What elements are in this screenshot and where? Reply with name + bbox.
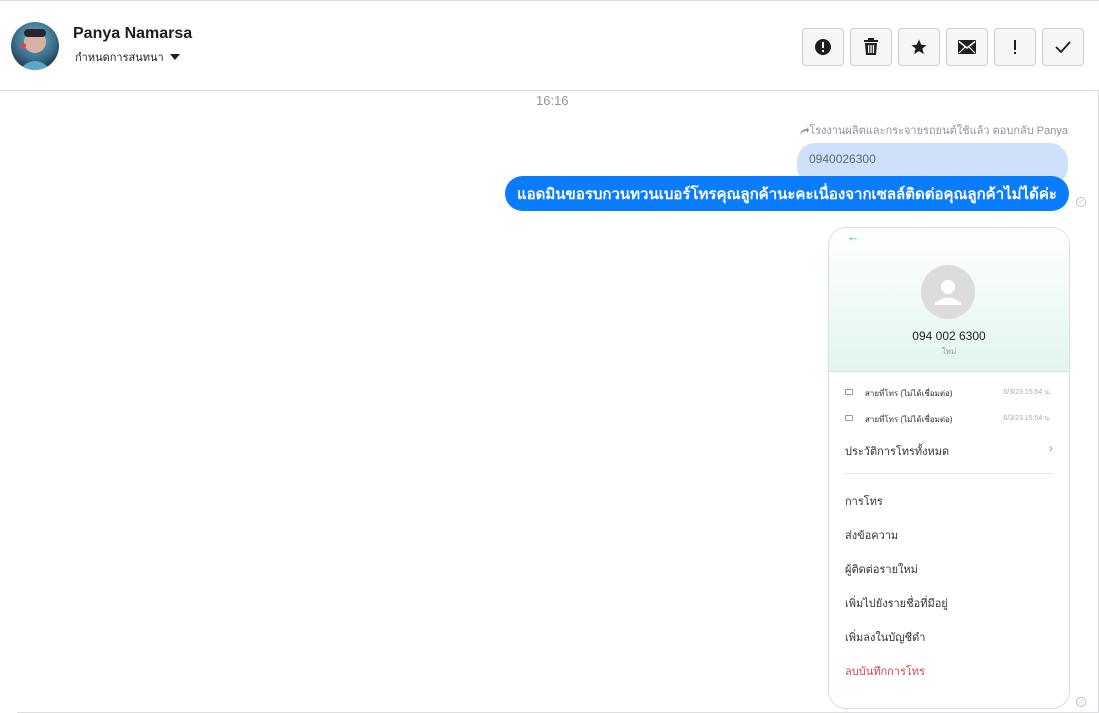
contact-card-header: ← 094 002 6300 ใหม่ <box>829 228 1069 372</box>
number-label: ใหม่ <box>941 347 957 356</box>
assign-label: กำหนดการสนทนา <box>75 52 164 64</box>
quoted-text: 0940026300 <box>809 152 876 166</box>
action-message: ส่งข้อความ <box>845 530 899 542</box>
action-blacklist: เพิ่มลงในบัญชีดำ <box>845 632 926 644</box>
conversation-header: Panya Namarsa กำหนดการสนทนา <box>0 1 1099 91</box>
sent-status-icon: ✓ <box>1076 197 1086 207</box>
mark-unread-button[interactable] <box>946 28 988 66</box>
check-icon <box>1055 41 1071 53</box>
reply-note: โรงงานผลิตและกระจายรถยนต์ใช้แล้ว ตอบกลับ… <box>800 121 1068 139</box>
call-log-icon <box>845 389 853 395</box>
envelope-icon <box>958 40 976 54</box>
star-icon <box>911 39 927 55</box>
call-log-label: สายที่โทร (ไม่ได้เชื่อมต่อ) <box>865 389 953 398</box>
trash-icon <box>864 38 878 55</box>
back-arrow-icon: ← <box>847 229 860 244</box>
default-avatar-icon <box>921 265 975 319</box>
caret-down-icon <box>169 54 180 60</box>
image-attachment[interactable]: ← 094 002 6300 ใหม่ สายที่โทร (ไม่ได้เชื… <box>828 227 1070 709</box>
action-new-contact: ผู้ติดต่อรายใหม่ <box>845 564 918 576</box>
contact-name[interactable]: Panya Namarsa <box>73 25 192 43</box>
call-log-row: สายที่โทร (ไม่ได้เชื่อมต่อ) 6/3/23 15:54… <box>845 412 1051 426</box>
action-delete-log: ลบบันทึกการโทร <box>845 666 925 678</box>
avatar[interactable] <box>11 22 59 70</box>
chevron-right-icon: › <box>1049 441 1053 455</box>
call-log-icon <box>845 415 853 421</box>
reply-arrow-icon <box>800 127 810 135</box>
assign-conversation-dropdown[interactable]: กำหนดการสนทนา <box>75 48 180 66</box>
call-log-date: 6/3/23 15:54 น. <box>1003 415 1051 422</box>
follow-up-button[interactable] <box>994 28 1036 66</box>
star-button[interactable] <box>898 28 940 66</box>
call-log-label: สายที่โทร (ไม่ได้เชื่อมต่อ) <box>865 415 953 424</box>
divider <box>845 473 1053 474</box>
done-button[interactable] <box>1042 28 1084 66</box>
message-bubble[interactable]: แอดมินขอรบกวนทวนเบอร์โทรคุณลูกค้านะคะเนื… <box>505 176 1069 211</box>
phone-number: 094 002 6300 <box>912 329 986 343</box>
message-timestamp: 16:16 <box>536 93 569 108</box>
sent-status-icon: ✓ <box>1076 697 1086 707</box>
all-call-history: ประวัติการโทรทั้งหมด <box>845 446 950 458</box>
action-add-existing: เพิ่มไปยังรายชื่อที่มีอยู่ <box>845 598 948 610</box>
call-log-row: สายที่โทร (ไม่ได้เชื่อมต่อ) 6/3/23 15:54… <box>845 386 1051 400</box>
call-log-date: 6/3/23 15:54 น. <box>1003 389 1051 396</box>
action-call: การโทร <box>845 496 883 508</box>
reply-note-text: โรงงานผลิตและกระจายรถยนต์ใช้แล้ว ตอบกลับ… <box>809 125 1068 137</box>
exclamation-icon <box>1014 40 1016 54</box>
message-text: แอดมินขอรบกวนทวนเบอร์โทรคุณลูกค้านะคะเนื… <box>517 185 1057 203</box>
spam-button[interactable] <box>802 28 844 66</box>
alert-circle-icon <box>815 39 831 55</box>
delete-button[interactable] <box>850 28 892 66</box>
